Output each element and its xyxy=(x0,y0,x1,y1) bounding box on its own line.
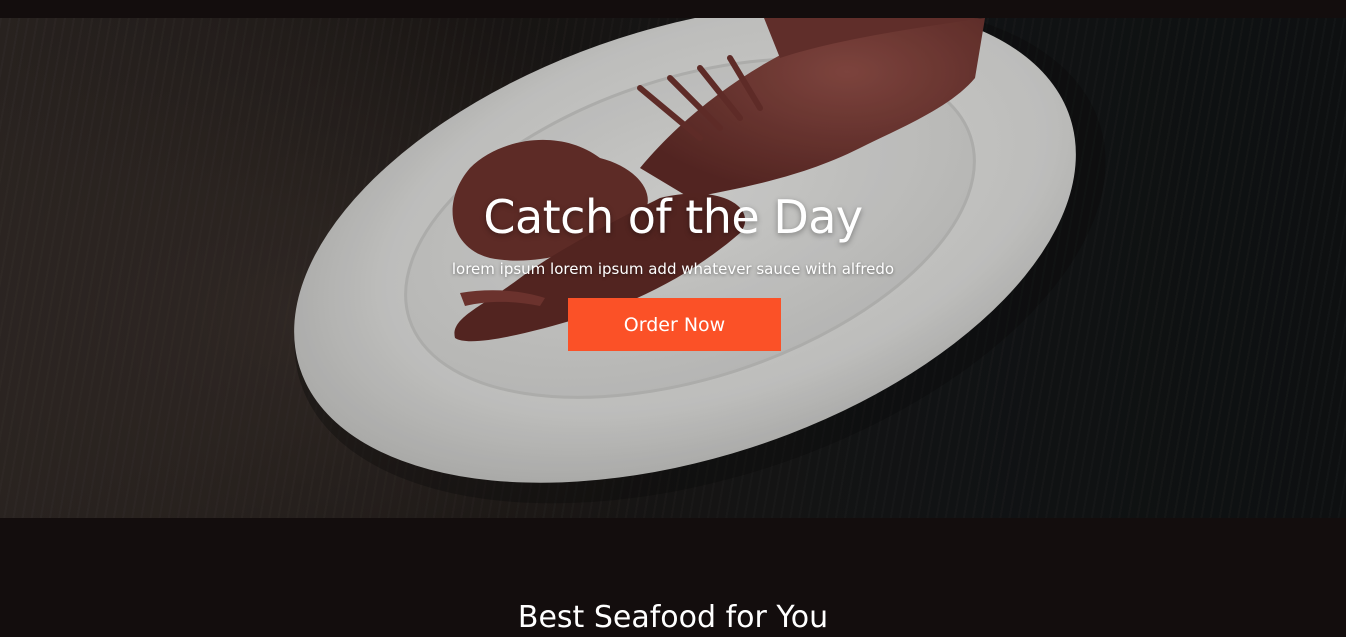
top-bar xyxy=(0,0,1346,18)
hero-banner: Catch of the Day lorem ipsum lorem ipsum… xyxy=(0,18,1346,518)
hero-content: Catch of the Day lorem ipsum lorem ipsum… xyxy=(0,18,1346,518)
order-now-button[interactable]: Order Now xyxy=(568,298,781,351)
hero-subtitle: lorem ipsum lorem ipsum add whatever sau… xyxy=(451,260,895,278)
hero-title: Catch of the Day xyxy=(483,190,863,244)
section-title: Best Seafood for You xyxy=(517,600,829,635)
